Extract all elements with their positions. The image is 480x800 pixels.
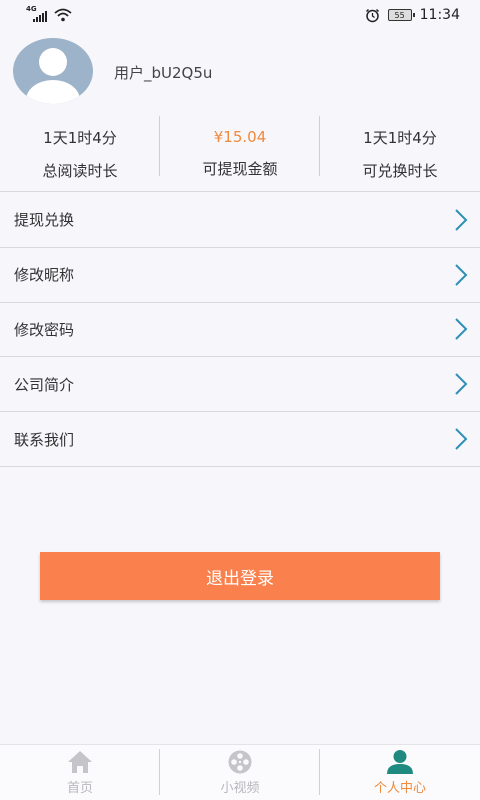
wifi-icon	[54, 8, 72, 22]
stat-value: 1天1时4分	[43, 128, 117, 147]
stat-exchangeable-time: 1天1时4分 可兑换时长	[320, 116, 480, 191]
signal-icon: 4G	[26, 5, 48, 22]
battery-level: 55	[394, 10, 405, 20]
menu-item-label: 修改密码	[14, 320, 75, 339]
alarm-icon	[365, 8, 379, 22]
chevron-right-icon	[455, 209, 468, 231]
stat-label: 可提现金额	[202, 160, 278, 178]
chevron-right-icon	[455, 428, 468, 450]
tab-short-video[interactable]: 小视频	[160, 745, 320, 800]
menu-item-label: 提现兑换	[14, 211, 75, 230]
battery-icon: 55	[387, 9, 415, 21]
logout-button[interactable]: 退出登录	[40, 552, 440, 600]
menu-item-change-password[interactable]: 修改密码	[0, 302, 480, 358]
film-reel-icon	[228, 750, 252, 774]
status-left: 4G	[26, 5, 72, 22]
tab-label: 首页	[66, 781, 93, 796]
status-bar: 4G 55 11:34	[0, 0, 480, 30]
chevron-right-icon	[455, 373, 468, 395]
bottom-nav: 首页 小视频 个人中心	[0, 744, 480, 800]
tab-home[interactable]: 首页	[0, 745, 160, 800]
menu-item-label: 联系我们	[14, 430, 75, 449]
clock-time: 11:34	[419, 7, 460, 23]
menu-item-contact-us[interactable]: 联系我们	[0, 412, 480, 467]
menu-item-label: 修改昵称	[14, 266, 75, 285]
chevron-right-icon	[455, 263, 468, 286]
stat-value: 1天1时4分	[363, 128, 437, 147]
stat-value: ¥15.04	[213, 128, 267, 146]
stats-panel: 1天1时4分 总阅读时长 ¥15.04 可提现金额 1天1时4分 可兑换时长	[0, 116, 480, 192]
person-icon	[387, 750, 413, 774]
stat-label: 总阅读时长	[42, 161, 118, 180]
profile-header: 用户_bU2Q5u	[0, 30, 480, 116]
home-icon	[68, 751, 92, 773]
username: 用户_bU2Q5u	[114, 64, 213, 82]
menu-item-label: 公司简介	[14, 375, 75, 394]
tab-personal-center[interactable]: 个人中心	[320, 745, 480, 800]
settings-menu: 提现兑换 修改昵称 修改密码 公司简介 联系我们	[0, 193, 480, 467]
menu-item-withdraw-exchange[interactable]: 提现兑换	[0, 193, 480, 248]
menu-item-company-profile[interactable]: 公司简介	[0, 357, 480, 413]
stat-withdrawable-amount: ¥15.04 可提现金额	[160, 116, 320, 191]
menu-item-edit-nickname[interactable]: 修改昵称	[0, 247, 480, 303]
user-avatar-icon[interactable]	[13, 38, 93, 104]
tab-label: 小视频	[220, 781, 260, 796]
tab-label: 个人中心	[373, 781, 426, 796]
chevron-right-icon	[455, 318, 468, 341]
status-right: 55 11:34	[365, 7, 460, 23]
stat-label: 可兑换时长	[362, 161, 438, 180]
stat-total-reading-time: 1天1时4分 总阅读时长	[0, 116, 160, 191]
